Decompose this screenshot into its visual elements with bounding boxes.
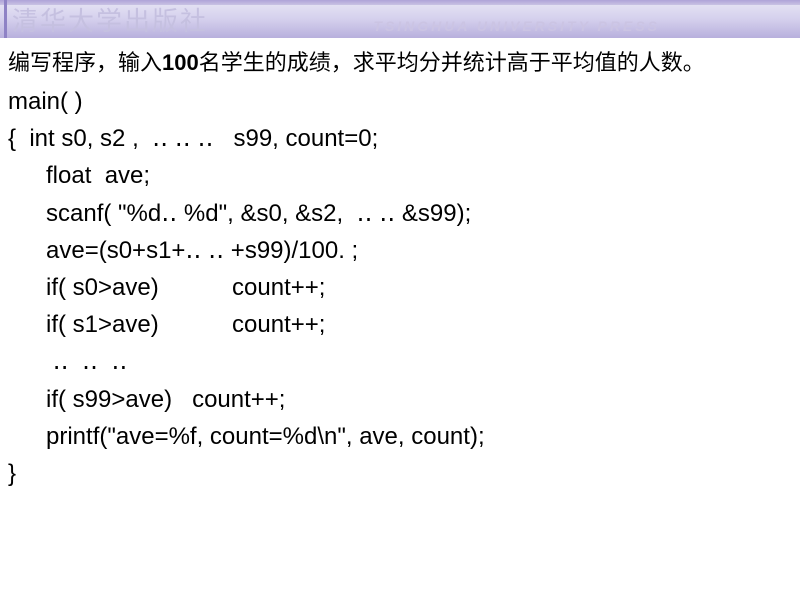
code-line: { int s0, s2 , ‥ ‥ ‥ s99, count=0; bbox=[8, 120, 788, 157]
slide-header: 清华大学出版社 TSINGHUA UNIVERSITY PRESS bbox=[0, 0, 800, 38]
code-line: if( s0>ave) count++; bbox=[8, 269, 788, 306]
publisher-block: 清华大学出版社 bbox=[12, 0, 208, 38]
problem-pre: 编写程序，输入 bbox=[8, 50, 162, 75]
header-accent bbox=[4, 0, 7, 38]
code-line: printf("ave=%f, count=%d\n", ave, count)… bbox=[8, 418, 788, 455]
problem-statement: 编写程序，输入100名学生的成绩，求平均分并统计高于平均值的人数。 bbox=[8, 46, 788, 79]
problem-post: 名学生的成绩，求平均分并统计高于平均值的人数。 bbox=[199, 50, 705, 75]
code-line: } bbox=[8, 455, 788, 492]
code-line: ave=(s0+s1+‥ ‥ +s99)/100. ; bbox=[8, 232, 788, 269]
slide-content: 编写程序，输入100名学生的成绩，求平均分并统计高于平均值的人数。 main( … bbox=[0, 38, 800, 492]
university-block: TSINGHUA UNIVERSITY PRESS bbox=[373, 18, 660, 36]
problem-bold: 100 bbox=[162, 50, 199, 75]
code-block: main( ) { int s0, s2 , ‥ ‥ ‥ s99, count=… bbox=[8, 83, 788, 492]
code-line: float ave; bbox=[8, 157, 788, 194]
code-line: main( ) bbox=[8, 83, 788, 120]
code-line: if( s1>ave) count++; bbox=[8, 306, 788, 343]
code-line: if( s99>ave) count++; bbox=[8, 381, 788, 418]
code-line: scanf( "%d‥ %d", &s0, &s2, ‥ ‥ &s99); bbox=[8, 195, 788, 232]
publisher-name: 清华大学出版社 bbox=[12, 1, 208, 38]
code-line: ‥ ‥ ‥ bbox=[8, 343, 788, 380]
university-name: TSINGHUA UNIVERSITY PRESS bbox=[373, 18, 660, 34]
